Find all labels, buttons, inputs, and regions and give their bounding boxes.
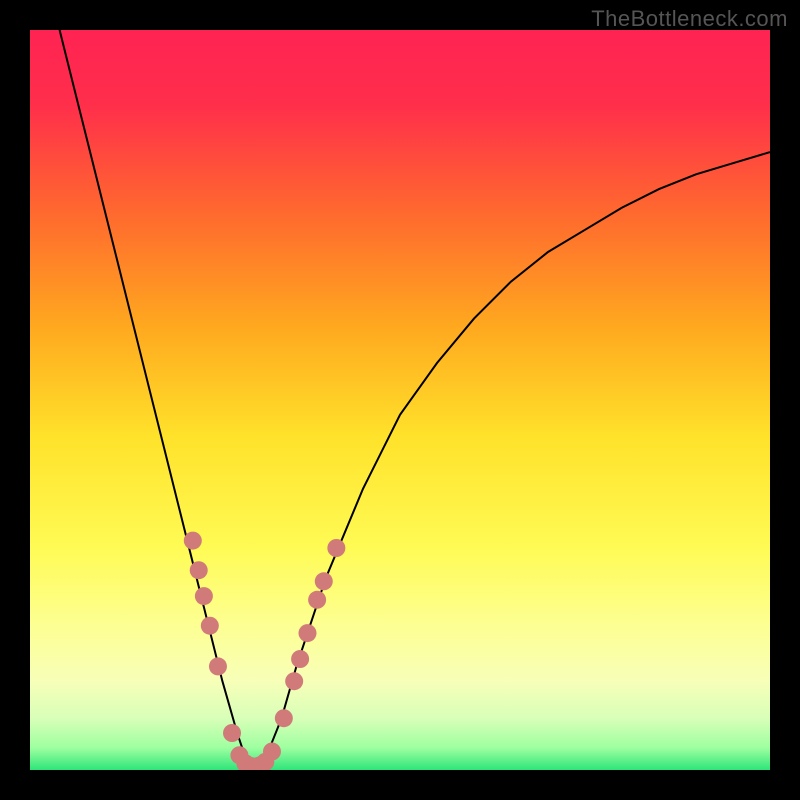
data-marker (315, 572, 333, 590)
data-marker (184, 532, 202, 550)
data-marker (327, 539, 345, 557)
watermark-label: TheBottleneck.com (591, 6, 788, 32)
plot-background (30, 30, 770, 770)
data-marker (308, 591, 326, 609)
data-marker (223, 724, 241, 742)
data-marker (201, 617, 219, 635)
data-marker (291, 650, 309, 668)
data-marker (263, 743, 281, 761)
data-marker (285, 672, 303, 690)
chart-frame: TheBottleneck.com (0, 0, 800, 800)
data-marker (190, 561, 208, 579)
data-marker (195, 587, 213, 605)
data-marker (299, 624, 317, 642)
data-marker (209, 657, 227, 675)
bottleneck-chart (30, 30, 770, 770)
data-marker (275, 709, 293, 727)
